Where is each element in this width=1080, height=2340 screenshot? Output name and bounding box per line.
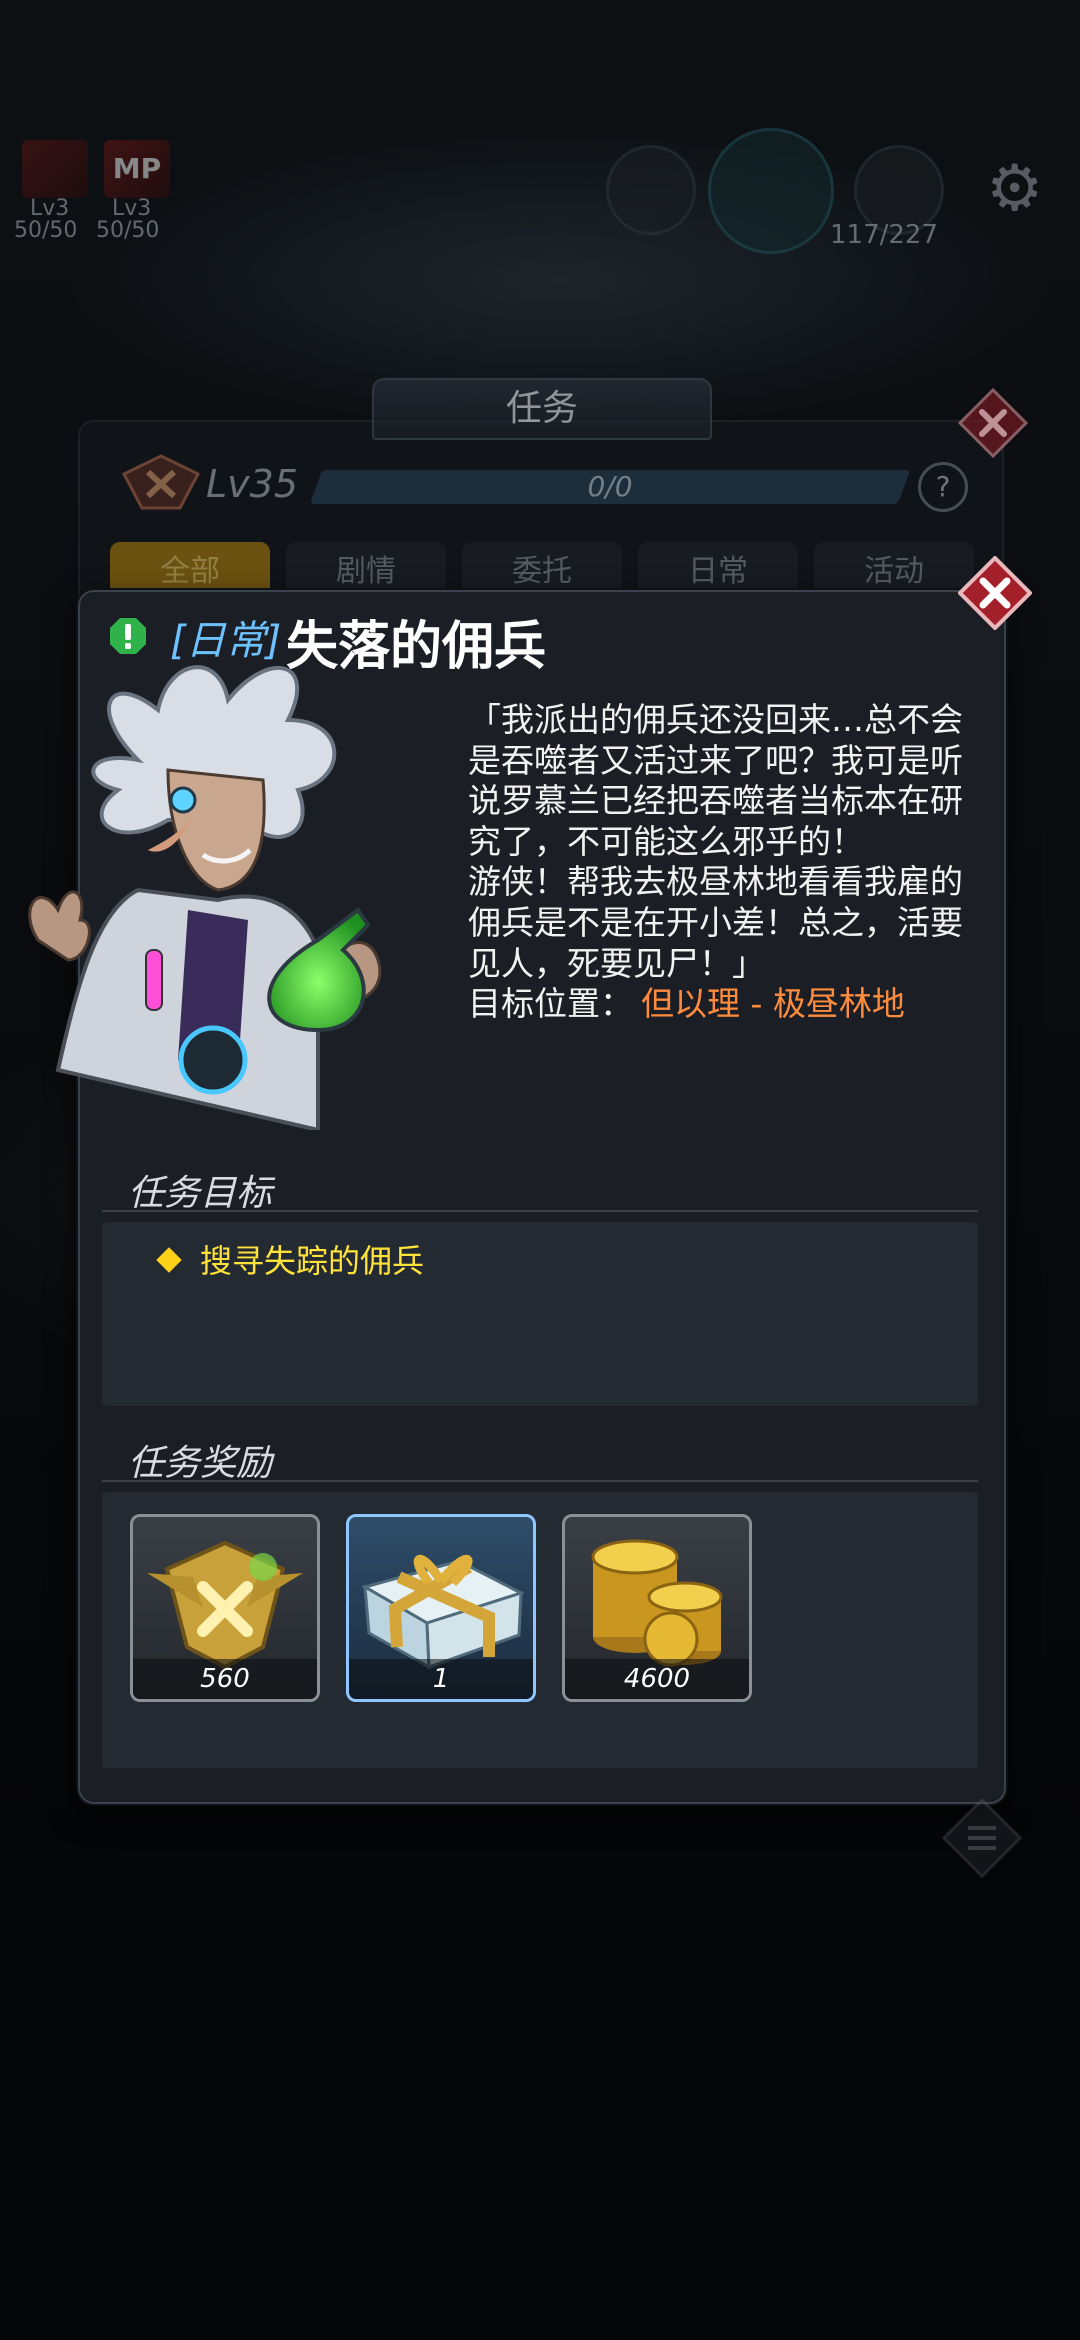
skill-slot-1[interactable]: [22, 140, 88, 198]
objective-section-title: 任务目标: [128, 1173, 273, 1214]
help-icon[interactable]: ?: [918, 462, 968, 512]
exit-door-button[interactable]: [708, 128, 834, 254]
target-location: 目标位置： 但以理 - 极昼林地: [468, 984, 905, 1024]
scientist-npc-portrait: [28, 665, 382, 1130]
skill-slot-2[interactable]: MP: [104, 140, 170, 198]
player-level: Lv35: [206, 462, 299, 506]
reward-divider: [102, 1480, 978, 1482]
skill-2-value: 50/50: [96, 218, 160, 243]
menu-list-icon[interactable]: [940, 1796, 1024, 1880]
close-quest-detail-icon[interactable]: [958, 556, 1032, 630]
reward-count: 1: [349, 1659, 533, 1699]
level-progress-text: 0/0: [587, 470, 633, 503]
reward-count: 4600: [565, 1659, 749, 1699]
skill-1-value: 50/50: [14, 218, 78, 243]
objective-divider: [102, 1210, 978, 1212]
skill-mp-label: MP: [112, 152, 162, 185]
quest-dialog-text: 「我派出的佣兵还没回来…总不会 是吞噬者又活过来了吧？我可是听 说罗慕兰已经把吞…: [468, 700, 963, 983]
rank-badge-icon: [121, 454, 201, 510]
task-panel-title: 任务: [372, 378, 712, 440]
objective-item: 搜寻失踪的佣兵: [156, 1236, 425, 1282]
radar-button[interactable]: [606, 145, 696, 235]
reward-section-title: 任务奖励: [128, 1443, 273, 1484]
diamond-bullet-icon: [156, 1247, 182, 1273]
reward-count: 560: [133, 1659, 317, 1699]
reward-slot-gift[interactable]: 1: [346, 1514, 536, 1702]
reward-slot-gold[interactable]: 4600: [562, 1514, 752, 1702]
reward-slot-medal[interactable]: 560: [130, 1514, 320, 1702]
settings-gear-icon[interactable]: ⚙: [986, 152, 1043, 226]
stamina-counter: 117/227: [830, 220, 939, 250]
objective-item-text: 搜寻失踪的佣兵: [200, 1242, 425, 1280]
target-location-label: 目标位置：: [468, 984, 633, 1023]
target-location-value[interactable]: 但以理 - 极昼林地: [641, 984, 905, 1023]
close-task-panel-icon[interactable]: [958, 388, 1028, 458]
